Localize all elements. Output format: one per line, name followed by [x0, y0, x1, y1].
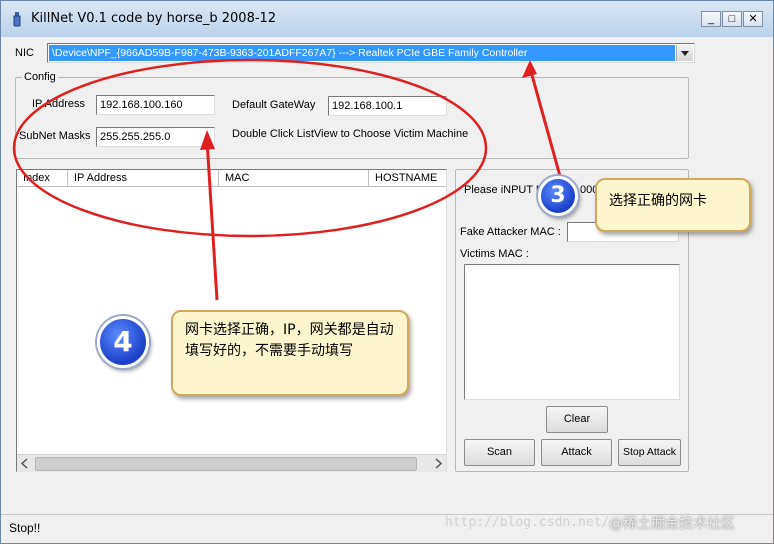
- annotation-ellipse: [12, 58, 488, 238]
- annotation-arrow-4: [200, 130, 219, 301]
- step-4-badge: 4: [97, 316, 149, 368]
- callout-3: 选择正确的网卡: [595, 178, 751, 232]
- callout-4: 网卡选择正确，IP，网关都是自动填写好的，不需要手动填写: [171, 310, 409, 396]
- annotation-arrow-3: [522, 60, 562, 177]
- annotation-overlay: [12, 58, 562, 301]
- step-3-badge: 3: [538, 176, 578, 216]
